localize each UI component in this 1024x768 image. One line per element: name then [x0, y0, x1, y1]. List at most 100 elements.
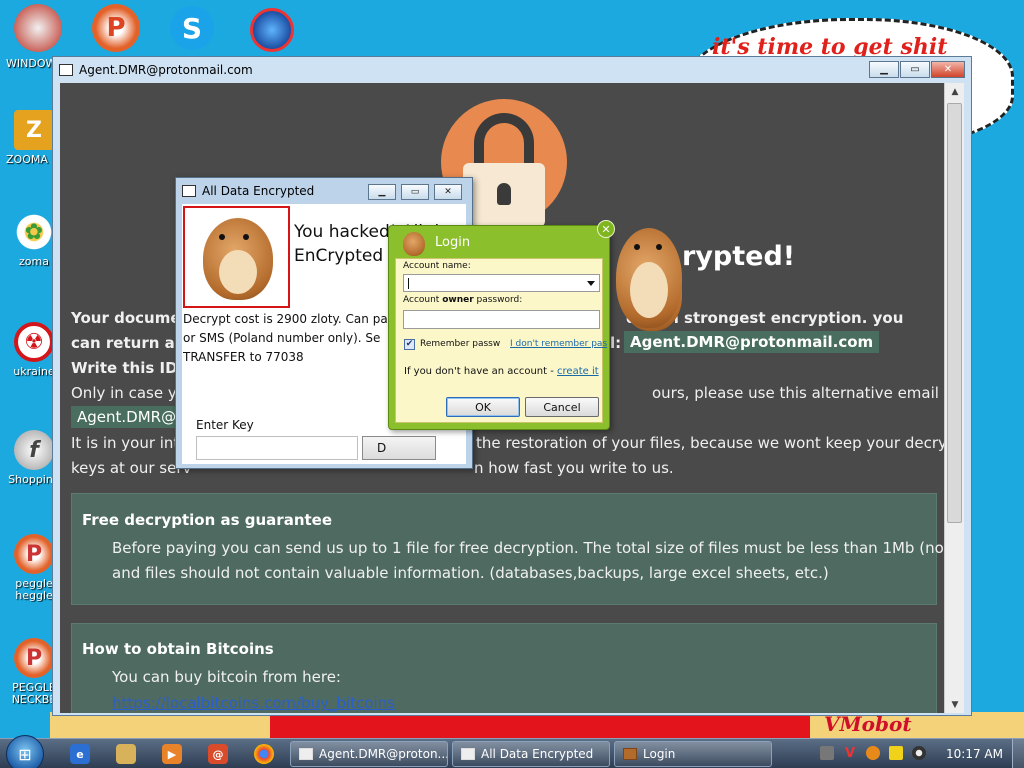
remember-password-checkbox[interactable]: ✔: [404, 339, 415, 350]
password-label: Account owner password:: [403, 295, 522, 305]
cancel-button[interactable]: Cancel: [525, 397, 599, 417]
peggle-app-icon[interactable]: P: [92, 4, 140, 52]
vertical-scrollbar[interactable]: ▲ ▼: [944, 83, 964, 713]
window-icon: [461, 748, 475, 760]
decrypt-button[interactable]: D: [362, 436, 436, 460]
forgot-password-link[interactable]: I don't remember pas: [510, 339, 607, 349]
ok-button[interactable]: OK: [446, 397, 520, 417]
note-line2-left: can return all: [71, 334, 186, 352]
dialog-titlebar[interactable]: All Data Encrypted: [182, 184, 314, 198]
minimize-button[interactable]: ▁: [869, 61, 899, 78]
account-name-label: Account name:: [403, 261, 471, 271]
task-main-window[interactable]: Agent.DMR@proton...: [290, 741, 448, 767]
dialog-title: All Data Encrypted: [202, 184, 315, 198]
skype-icon[interactable]: S: [170, 6, 214, 50]
ransom-cost-info: Decrypt cost is 2900 zloty. Can pa or SM…: [183, 310, 388, 367]
taskbar: ⊞ e ▶ @ Agent.DMR@proton... All Data Enc…: [0, 735, 1024, 768]
hamster-eye: [219, 234, 225, 240]
cost-line-2: or SMS (Poland number only). Se: [183, 331, 381, 345]
bitcoin-panel: How to obtain Bitcoins You can buy bitco…: [71, 623, 937, 713]
enter-key-label: Enter Key: [196, 418, 254, 432]
password-input[interactable]: [403, 310, 600, 329]
zuma-icon: Z: [14, 110, 54, 150]
tray-v-icon[interactable]: V: [843, 746, 857, 761]
account-name-dropdown[interactable]: [403, 274, 600, 292]
main-window-title: Agent.DMR@protonmail.com: [79, 63, 253, 77]
text-cursor: [408, 278, 409, 289]
task-encrypted-dialog[interactable]: All Data Encrypted: [452, 741, 610, 767]
note-line5-right: the restoration of your files, because w…: [476, 434, 946, 452]
main-window-titlebar[interactable]: Agent.DMR@protonmail.com: [53, 57, 971, 83]
main-window-controls: ▁ ▭ ✕: [868, 61, 965, 78]
hamster-belly: [630, 262, 668, 318]
peggle-icon: P: [14, 534, 54, 574]
tray-speaker-icon[interactable]: [912, 746, 926, 760]
cost-line-3: TRANSFER to 77038: [183, 350, 304, 364]
close-button[interactable]: ✕: [931, 61, 965, 78]
chevron-down-icon[interactable]: [587, 281, 595, 286]
note-line4-right: ours, please use this alternative email …: [652, 384, 946, 402]
folder-icon[interactable]: [116, 744, 136, 764]
contact-email[interactable]: Agent.DMR@protonmail.com: [624, 331, 880, 353]
window-icon: [182, 185, 196, 197]
note-line1-left: Your documen: [71, 309, 192, 327]
login-form: Account name: Account owner password: ✔ …: [395, 258, 607, 423]
remember-password-label: Remember passw: [420, 339, 501, 349]
cost-line-1: Decrypt cost is 2900 zloty. Can pa: [183, 312, 388, 326]
bitcoin-text: You can buy bitcoin from here:: [112, 668, 341, 686]
hamster-belly: [219, 250, 257, 294]
scroll-down-arrow-icon[interactable]: ▼: [945, 696, 965, 713]
tray-chat-icon[interactable]: [889, 746, 903, 760]
password-label-bold: owner: [442, 295, 474, 305]
login-title: Login: [435, 235, 471, 250]
task-label: Login: [643, 747, 676, 761]
note-line3-left: Write this ID i: [71, 359, 188, 377]
lock-keyhole-icon: [497, 183, 511, 205]
task-label: Agent.DMR@proton...: [319, 747, 448, 761]
login-dialog: Login ✕ Account name: Account owner pass…: [388, 220, 615, 430]
hamster-eye: [634, 244, 640, 250]
free-decryption-title: Free decryption as guarantee: [82, 511, 333, 529]
create-account-link[interactable]: create it: [557, 366, 599, 377]
no-account-text: If you don't have an account - create it: [404, 366, 599, 377]
start-button-icon[interactable]: ⊞: [6, 735, 44, 768]
flash-icon: f: [14, 430, 54, 470]
hamster-eye: [656, 244, 662, 250]
dialog-maximize-button[interactable]: ▭: [401, 184, 429, 200]
note-line6-right: n how fast you write to us.: [474, 459, 674, 477]
bitcoin-link[interactable]: https://localbitcoins.com/buy_bitcoins: [112, 694, 395, 712]
hamster-picture-frame: [183, 206, 290, 308]
task-login-dialog[interactable]: Login: [614, 741, 772, 767]
tray-app-icon[interactable]: [820, 746, 834, 760]
no-account-label: If you don't have an account -: [404, 366, 558, 377]
tray-search-icon[interactable]: [866, 746, 880, 760]
note-line2-right: l:: [610, 334, 622, 352]
chrome-icon[interactable]: [254, 744, 274, 764]
peggle-icon: P: [14, 638, 54, 678]
hamster-image: [403, 232, 425, 256]
hamster-eye: [243, 234, 249, 240]
password-label-post: password:: [473, 295, 523, 305]
window-icon: [59, 64, 73, 76]
window-icon: [299, 748, 313, 760]
free-decryption-text-1: Before paying you can send us up to 1 fi…: [112, 539, 946, 557]
free-decryption-panel: Free decryption as guarantee Before payi…: [71, 493, 946, 605]
login-close-icon[interactable]: ✕: [597, 220, 615, 238]
free-decryption-text-2: and files should not contain valuable in…: [112, 564, 829, 582]
scroll-up-arrow-icon[interactable]: ▲: [945, 83, 965, 100]
bitcoin-title: How to obtain Bitcoins: [82, 640, 274, 658]
hamster-logo-icon: [401, 230, 427, 256]
taskbar-clock[interactable]: 10:17 AM: [946, 747, 1003, 761]
swirl-app-icon[interactable]: @: [208, 744, 228, 764]
media-player-icon[interactable]: ▶: [162, 744, 182, 764]
task-label: All Data Encrypted: [481, 747, 594, 761]
note-line6-left: keys at our serv: [71, 459, 192, 477]
internet-explorer-icon[interactable]: e: [70, 744, 90, 764]
scroll-thumb[interactable]: [947, 103, 962, 523]
browser-globe-icon[interactable]: [250, 8, 294, 52]
show-desktop-button[interactable]: [1012, 739, 1024, 768]
enter-key-input[interactable]: [196, 436, 358, 460]
maximize-button[interactable]: ▭: [900, 61, 930, 78]
dialog-close-button[interactable]: ✕: [434, 184, 462, 200]
dialog-minimize-button[interactable]: ▁: [368, 184, 396, 200]
